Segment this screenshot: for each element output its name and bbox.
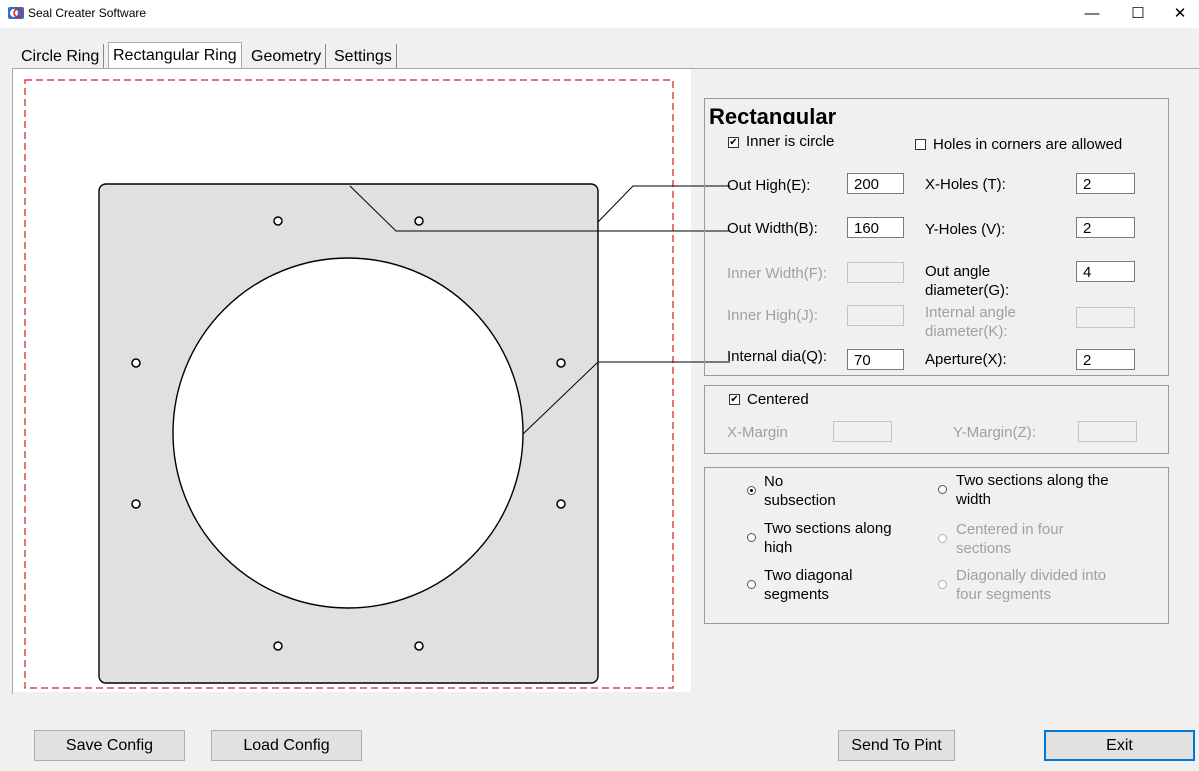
radio-label-line: Two diagonal (764, 567, 853, 584)
x-margin-field[interactable] (833, 421, 892, 442)
out-angle-label-line2: diameter(G): (925, 282, 1010, 299)
aperture-label: Aperture(X): (925, 351, 1007, 368)
x-margin-label: X-Margin (727, 424, 788, 441)
holes-in-corners-checkbox[interactable] (915, 139, 926, 150)
radio-centered-four-sections[interactable] (938, 534, 947, 543)
radio-two-sections-width-label: Two sections along the width (956, 471, 1109, 509)
internal-angle-label-line1: Internal angle (925, 304, 1016, 321)
inner-is-circle-label: Inner is circle (746, 133, 835, 150)
internal-angle-label-line2: diameter(K): (925, 323, 1008, 340)
y-margin-field[interactable] (1078, 421, 1137, 442)
radio-label-line: Diagonally divided into (956, 567, 1107, 584)
centered-label: Centered (747, 391, 809, 408)
radio-label-line: high (764, 539, 793, 553)
radio-two-diagonal-segments-label: Two diagonal segments (764, 566, 852, 604)
radio-label-line: sections (956, 540, 1012, 557)
inner-circle (172, 257, 524, 609)
send-to-print-button[interactable]: Send To Pint (838, 730, 955, 761)
radio-label-line: width (956, 491, 992, 508)
radio-diagonal-four-segments-label: Diagonally divided into four segments (956, 566, 1106, 604)
radio-two-sections-high-label: Two sections along high (764, 519, 892, 553)
radio-no-subsection[interactable] (747, 486, 756, 495)
radio-label-line: No (764, 473, 784, 490)
save-config-button[interactable]: Save Config (34, 730, 185, 761)
radio-centered-four-sections-label: Centered in four sections (956, 520, 1064, 558)
y-holes-label: Y-Holes (V): (925, 221, 1006, 238)
out-angle-field[interactable] (1076, 261, 1135, 282)
radio-label-line: four segments (956, 586, 1052, 603)
radio-two-sections-high[interactable] (747, 533, 756, 542)
internal-angle-field[interactable] (1076, 307, 1135, 328)
radio-label-line: subsection (764, 492, 836, 509)
radio-two-sections-width[interactable] (938, 485, 947, 494)
radio-label-line: Two sections along (764, 520, 892, 537)
radio-no-subsection-label: No subsection (764, 472, 836, 510)
out-high-label: Out High(E): (727, 177, 811, 194)
radio-diagonal-four-segments[interactable] (938, 580, 947, 589)
internal-dia-field[interactable] (847, 349, 904, 370)
exit-button[interactable]: Exit (1044, 730, 1195, 761)
x-holes-field[interactable] (1076, 173, 1135, 194)
inner-width-label: Inner Width(F): (727, 265, 828, 282)
y-margin-label: Y-Margin(Z): (953, 424, 1036, 441)
out-angle-label-line1: Out angle (925, 263, 991, 280)
load-config-button[interactable]: Load Config (211, 730, 362, 761)
y-holes-field[interactable] (1076, 217, 1135, 238)
x-holes-label: X-Holes (T): (925, 176, 1006, 193)
radio-label-line: segments (764, 586, 830, 603)
radio-label-line: Centered in four (956, 521, 1064, 538)
inner-width-field[interactable] (847, 262, 904, 283)
inner-is-circle-checkbox[interactable]: ✔ (728, 137, 739, 148)
aperture-field[interactable] (1076, 349, 1135, 370)
inner-high-field[interactable] (847, 305, 904, 326)
radio-label-line: Two sections along the (956, 472, 1109, 489)
internal-dia-label: Internal dia(Q): (727, 348, 828, 365)
inner-high-label: Inner High(J): (727, 307, 818, 324)
out-width-field[interactable] (847, 217, 904, 238)
group-title: Rectangular (709, 104, 837, 124)
holes-in-corners-label: Holes in corners are allowed (933, 136, 1123, 153)
out-width-label: Out Width(B): (727, 220, 818, 237)
radio-two-diagonal-segments[interactable] (747, 580, 756, 589)
out-high-field[interactable] (847, 173, 904, 194)
centered-checkbox[interactable]: ✔ (729, 394, 740, 405)
